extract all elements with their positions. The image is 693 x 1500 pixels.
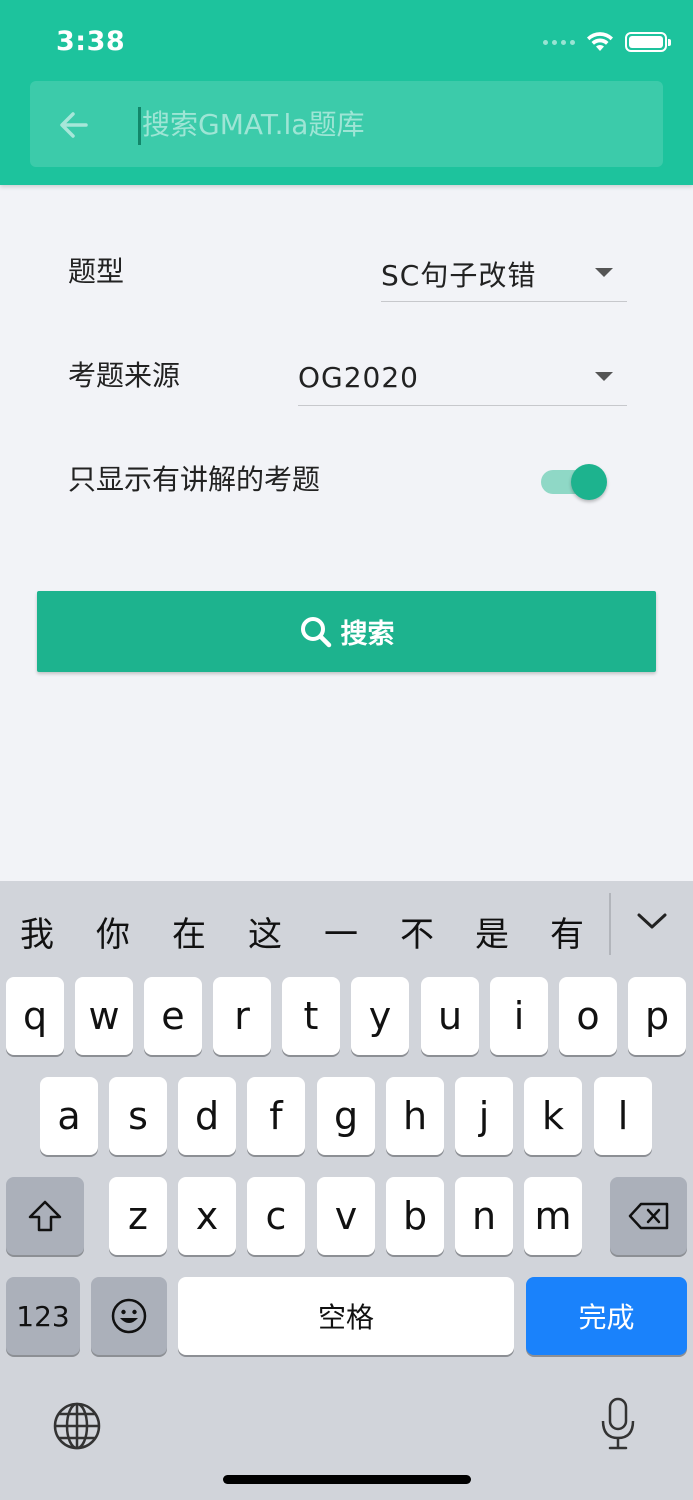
shift-key[interactable] — [6, 1177, 84, 1255]
candidate-word[interactable]: 我 — [17, 907, 57, 956]
backspace-key[interactable] — [610, 1177, 687, 1255]
search-input[interactable] — [142, 99, 642, 149]
emoji-icon — [111, 1298, 147, 1334]
key-m[interactable]: m — [524, 1177, 582, 1255]
key-s[interactable]: s — [109, 1077, 167, 1155]
question-type-value: SC句子改错 — [381, 258, 537, 292]
key-a[interactable]: a — [40, 1077, 98, 1155]
dropdown-caret-icon — [595, 268, 613, 277]
emoji-key[interactable] — [91, 1277, 167, 1355]
key-p[interactable]: p — [628, 977, 686, 1055]
key-x[interactable]: x — [178, 1177, 236, 1255]
key-w[interactable]: w — [75, 977, 133, 1055]
key-t[interactable]: t — [282, 977, 340, 1055]
space-key[interactable]: 空格 — [178, 1277, 514, 1355]
done-key[interactable]: 完成 — [526, 1277, 687, 1355]
dropdown-caret-icon — [595, 372, 613, 381]
toggle-thumb — [571, 464, 607, 500]
key-g[interactable]: g — [317, 1077, 375, 1155]
app-header: 3:38 — [0, 0, 693, 185]
wifi-icon — [587, 32, 613, 51]
key-v[interactable]: v — [317, 1177, 375, 1255]
globe-icon[interactable] — [52, 1401, 102, 1451]
key-e[interactable]: e — [144, 977, 202, 1055]
key-k[interactable]: k — [524, 1077, 582, 1155]
status-icons — [543, 30, 671, 54]
chevron-down-icon[interactable] — [636, 909, 668, 933]
key-b[interactable]: b — [386, 1177, 444, 1255]
candidate-word[interactable]: 是 — [472, 907, 512, 956]
backspace-icon — [628, 1202, 668, 1230]
key-h[interactable]: h — [386, 1077, 444, 1155]
search-icon — [300, 616, 331, 647]
candidate-word[interactable]: 一 — [321, 907, 361, 956]
candidate-word[interactable]: 你 — [93, 907, 133, 956]
key-j[interactable]: j — [455, 1077, 513, 1155]
numbers-key[interactable]: 123 — [6, 1277, 80, 1355]
explained-only-label: 只显示有讲解的考题 — [68, 463, 321, 496]
home-indicator — [223, 1475, 471, 1484]
key-r[interactable]: r — [213, 977, 271, 1055]
text-cursor — [138, 107, 141, 145]
question-type-select[interactable]: SC句子改错 — [381, 246, 627, 302]
key-z[interactable]: z — [109, 1177, 167, 1255]
key-n[interactable]: n — [455, 1177, 513, 1255]
shift-arrow-icon — [28, 1200, 62, 1232]
candidate-word[interactable]: 这 — [245, 907, 285, 956]
question-source-label: 考题来源 — [68, 359, 181, 392]
question-source-value: OG2020 — [298, 361, 419, 394]
status-time: 3:38 — [56, 26, 126, 57]
battery-icon — [625, 32, 671, 52]
key-o[interactable]: o — [559, 977, 617, 1055]
explained-only-toggle[interactable] — [541, 462, 609, 502]
key-c[interactable]: c — [247, 1177, 305, 1255]
key-u[interactable]: u — [421, 977, 479, 1055]
key-i[interactable]: i — [490, 977, 548, 1055]
key-d[interactable]: d — [178, 1077, 236, 1155]
question-type-label: 题型 — [68, 255, 125, 288]
candidate-word[interactable]: 有 — [547, 907, 587, 956]
back-arrow-icon[interactable] — [54, 105, 94, 145]
key-f[interactable]: f — [247, 1077, 305, 1155]
key-l[interactable]: l — [594, 1077, 652, 1155]
microphone-icon[interactable] — [598, 1396, 638, 1452]
candidate-word[interactable]: 不 — [397, 907, 437, 956]
key-q[interactable]: q — [6, 977, 64, 1055]
candidate-bar: 我 你 在 这 一 不 是 有 — [0, 881, 693, 973]
search-bar[interactable] — [30, 81, 663, 167]
question-source-select[interactable]: OG2020 — [298, 350, 627, 406]
search-button-label: 搜索 — [340, 619, 395, 649]
candidate-word[interactable]: 在 — [169, 907, 209, 956]
candidate-divider — [609, 893, 611, 955]
cellular-signal-icon — [543, 39, 575, 45]
search-button[interactable]: 搜索 — [37, 591, 656, 672]
key-y[interactable]: y — [351, 977, 409, 1055]
